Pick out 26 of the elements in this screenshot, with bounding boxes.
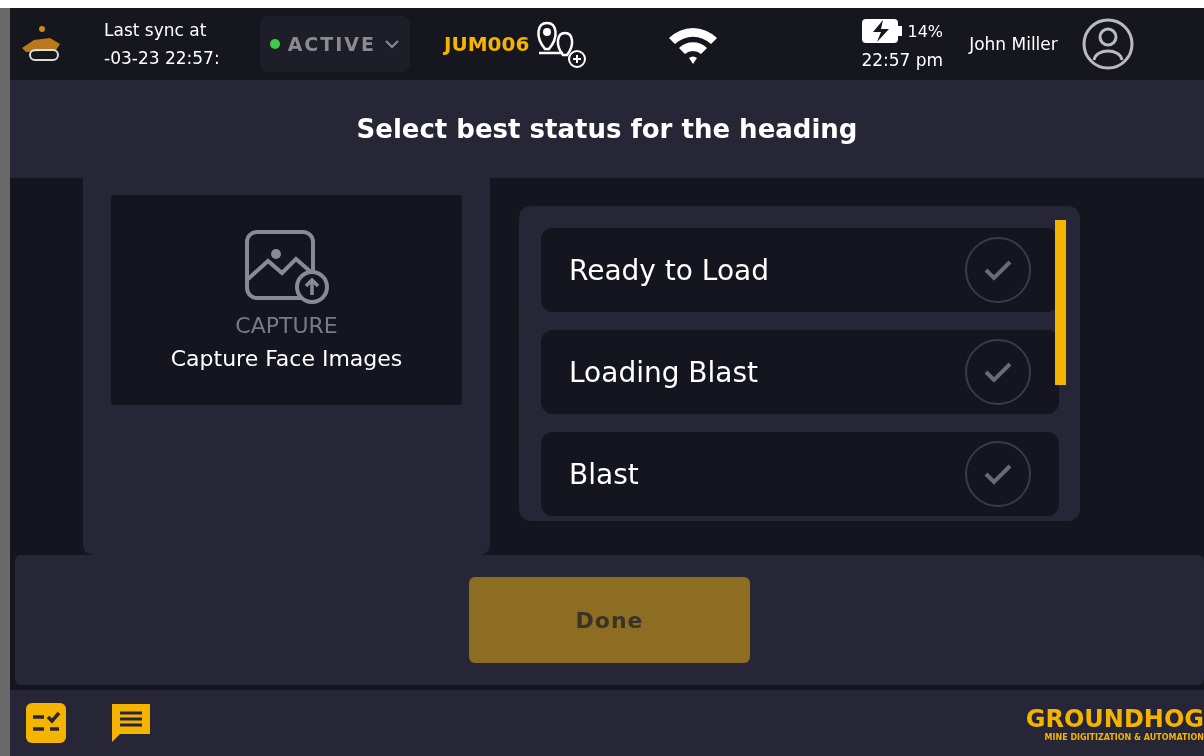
sync-time: -03-23 22:57: bbox=[104, 48, 220, 68]
status-dropdown[interactable]: ACTIVE bbox=[259, 16, 411, 72]
image-upload-icon bbox=[243, 229, 330, 305]
brand-tagline: MINE DIGITIZATION & AUTOMATION bbox=[1044, 732, 1204, 742]
status-option[interactable]: Loading Blast bbox=[541, 330, 1059, 414]
clock-time: 22:57 pm bbox=[861, 50, 944, 70]
status-dot bbox=[269, 39, 280, 49]
user-name: John Miller bbox=[969, 34, 1058, 54]
page-title: Select best status for the heading bbox=[356, 114, 858, 144]
scrollbar-thumb[interactable] bbox=[1055, 220, 1066, 385]
chat-message-icon[interactable] bbox=[110, 702, 152, 744]
status-option[interactable]: Blast bbox=[541, 432, 1059, 516]
check-icon bbox=[965, 441, 1031, 507]
checklist-icon[interactable] bbox=[26, 703, 66, 743]
capture-face-card[interactable]: CAPTURE Capture Face Images bbox=[111, 195, 462, 405]
check-icon bbox=[965, 339, 1031, 405]
capture-label: CAPTURE bbox=[235, 313, 338, 338]
capture-title: Capture Face Images bbox=[170, 346, 403, 371]
user-avatar-icon[interactable] bbox=[1081, 18, 1134, 70]
brand-name: GROUNDHOG bbox=[1025, 704, 1204, 733]
battery-percent: 14% bbox=[907, 21, 944, 41]
battery-charging-icon bbox=[861, 18, 904, 44]
unit-id: JUM006 bbox=[444, 32, 530, 56]
chevron-down-icon bbox=[384, 39, 401, 49]
check-icon bbox=[965, 237, 1031, 303]
sync-label: Last sync at bbox=[104, 20, 208, 40]
